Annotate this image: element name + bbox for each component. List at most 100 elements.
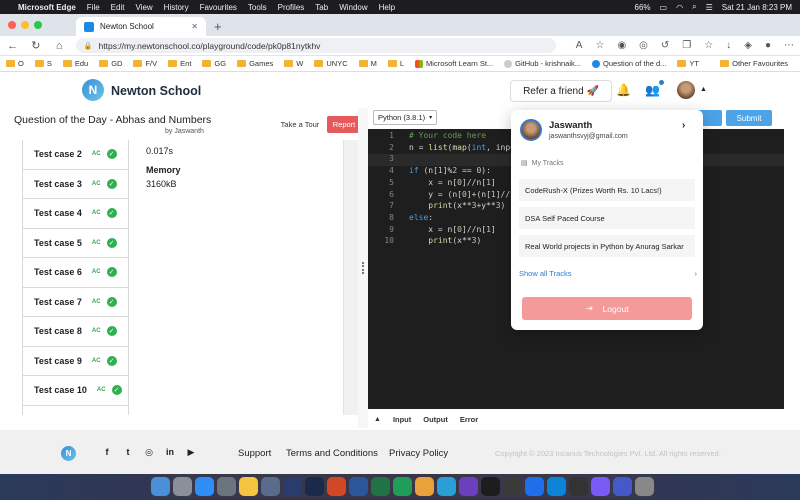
word-icon[interactable] [349,476,368,496]
tab-input[interactable]: Input [393,415,411,424]
avatar[interactable] [520,119,542,141]
trash-icon[interactable] [635,476,654,496]
terms-link[interactable]: Terms and Conditions [286,448,378,459]
home-icon[interactable]: ⌂ [53,40,66,52]
bookmark-l[interactable]: L [387,59,404,68]
language-select[interactable]: Python (3.8.1) ▾ [373,110,437,125]
drag-handle-icon[interactable] [362,262,364,274]
community-icon[interactable]: 👥 [645,83,660,97]
newton-logo-icon[interactable]: N [61,446,76,461]
testcase-row[interactable]: Test case 2 AC ✓ [22,140,129,170]
profile-name[interactable]: Jaswanth [549,120,592,131]
menu-history[interactable]: History [164,3,189,12]
testcase-row[interactable]: Test case 8 AC ✓ [22,317,129,347]
menu-file[interactable]: File [87,3,100,12]
chevron-right-icon[interactable]: › [682,120,685,131]
split-icon[interactable]: ❐ [682,40,691,51]
intellij-icon[interactable] [503,476,522,496]
menu-window[interactable]: Window [339,3,367,12]
linkedin-icon[interactable]: in [164,446,176,458]
menu-view[interactable]: View [135,3,152,12]
track-item[interactable]: Real World projects in Python by Anurag … [519,235,695,257]
menu-tab[interactable]: Tab [315,3,328,12]
brand-name[interactable]: Newton School [111,84,201,98]
bookmark-yt[interactable]: YT [677,59,699,68]
tab-error[interactable]: Error [460,415,478,424]
finder-icon[interactable] [151,476,170,496]
track-item[interactable]: DSA Self Paced Course [519,207,695,229]
bookmark-m[interactable]: M [358,59,377,68]
close-tab-icon[interactable]: ✕ [191,22,198,31]
newton-logo-icon[interactable]: N [82,79,104,101]
testcase-row[interactable]: Test case 4 AC ✓ [22,199,129,229]
testcase-row[interactable]: Test case 10 AC ✓ [22,376,129,406]
app-icon[interactable] [591,476,610,496]
menu-favourites[interactable]: Favourites [200,3,237,12]
download-icon[interactable]: ↓ [726,40,731,51]
testcase-row[interactable]: Test case 7 AC ✓ [22,287,129,317]
pycharm-icon[interactable] [481,476,500,496]
bookmark-fv[interactable]: F/V [133,59,157,68]
onenote-icon[interactable] [459,476,478,496]
take-tour-button[interactable]: Take a Tour [277,116,323,132]
bookmark-gd[interactable]: GD [99,59,122,68]
notes-icon[interactable] [239,476,258,496]
show-all-tracks-link[interactable]: Show all Tracks › [519,269,697,278]
bookmark-s[interactable]: S [34,59,52,68]
youtube-icon[interactable]: ▶ [185,446,197,458]
vscode-icon[interactable] [547,476,566,496]
url-field[interactable]: 🔒 https://my.newtonschool.co/playground/… [75,38,556,53]
collections-icon[interactable]: ☆ [704,40,713,51]
menu-help[interactable]: Help [379,3,395,12]
profile-icon[interactable]: ● [765,40,771,51]
search-icon[interactable]: ⌕ [692,2,696,12]
avatar[interactable] [677,81,695,99]
testcase-row[interactable]: Test case 6 AC ✓ [22,258,129,288]
edge-icon[interactable] [437,476,456,496]
app-icon[interactable] [613,476,632,496]
submit-button[interactable]: Submit [726,110,772,126]
bookmark-edu[interactable]: Edu [62,59,88,68]
support-link[interactable]: Support [238,448,271,459]
tab-newton-school[interactable]: Newton School ✕ [76,17,206,36]
collapse-caret-icon[interactable]: ▲ [374,416,381,423]
chrome-icon[interactable] [415,476,434,496]
bell-icon[interactable]: 🔔 [616,83,631,97]
testcase-row[interactable]: Test case 11AC✓ [22,405,129,415]
powerpoint-icon[interactable] [327,476,346,496]
caret-up-icon[interactable]: ▲ [700,86,707,93]
lock-icon[interactable]: 🔒 [84,42,93,50]
extension-icon[interactable]: ◉ [617,40,626,51]
visio-icon[interactable] [393,476,412,496]
safari-icon[interactable] [525,476,544,496]
testcase-row[interactable]: Test case 3 AC ✓ [22,169,129,199]
terminal-icon[interactable] [569,476,588,496]
close-window-button[interactable] [8,21,16,29]
logout-button[interactable]: ⇥ Logout [522,297,692,320]
more-icon[interactable]: ⋯ [784,40,794,51]
settings-icon[interactable] [217,476,236,496]
bookmark-gg[interactable]: GG [202,59,226,68]
bookmark-unyc[interactable]: UNYC [314,59,348,68]
tab-output[interactable]: Output [423,415,448,424]
back-icon[interactable]: ← [6,40,19,52]
lightroom-icon[interactable] [283,476,302,496]
bookmark-w[interactable]: W [284,59,303,68]
battery-icon[interactable]: ▭ [660,3,668,12]
minimize-window-button[interactable] [21,21,29,29]
app-store-icon[interactable] [195,476,214,496]
bookmark-microsoft-learn[interactable]: Microsoft Learn St... [415,59,493,68]
control-center-icon[interactable]: ☰ [706,3,713,12]
menu-tools[interactable]: Tools [248,3,267,12]
bookmark-o[interactable]: O [6,59,24,68]
refer-friend-button[interactable]: Refer a friend 🚀 [510,80,612,102]
preview-icon[interactable] [261,476,280,496]
other-favourites[interactable]: Other Favourites [720,59,788,68]
results-scrollbar[interactable] [343,140,358,415]
track-item[interactable]: CodeRush-X (Prizes Worth Rs. 10 Lacs!) [519,179,695,201]
facebook-icon[interactable]: f [101,446,113,458]
record-icon[interactable]: ◎ [639,40,648,51]
bookmark-github[interactable]: GitHub - krishnaik... [504,59,581,68]
zoom-window-button[interactable] [34,21,42,29]
testcase-row[interactable]: Test case 5 AC ✓ [22,228,129,258]
